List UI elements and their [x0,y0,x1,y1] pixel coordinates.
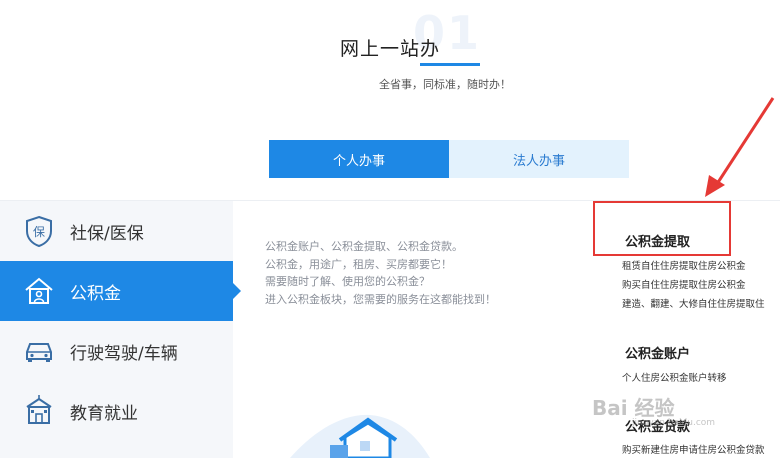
sidebar-item-housing-fund[interactable]: 公积金 [0,261,241,321]
house-illustration [290,414,430,458]
service-link[interactable]: 购买新建住房申请住房公积金贷款 [622,442,765,456]
sidebar-item-label: 公积金 [70,283,121,304]
baidu-watermark: Bai 经验 [592,396,675,420]
shield-insurance-icon: 保 [22,214,56,248]
svg-text:保: 保 [33,225,45,239]
service-link[interactable]: 购买自住住房提取住房公积金 [622,277,746,291]
page-title: 网上一站办 [339,38,440,60]
baidu-watermark-url: jingyan.baidu.com [632,418,716,428]
service-link[interactable]: 建造、翻建、大修自住住房提取住 [622,296,765,310]
sidebar-item-label: 行驶驾驶/车辆 [70,343,178,364]
page-subtitle: 全省事，同标准，随时办！ [379,78,511,91]
highlight-box [593,201,731,256]
service-title-account[interactable]: 公积金账户 [625,343,690,362]
car-icon [22,334,56,368]
tab-legal-entity-affairs[interactable]: 法人办事 [449,140,629,178]
sidebar-item-driving-vehicles[interactable]: 行驶驾驶/车辆 [0,321,233,381]
fund-description: 公积金账户、公积金提取、公积金贷款。 公积金，用途广，租房、买房都要它！ 需要随… [265,238,496,308]
service-link[interactable]: 个人住房公积金账户转移 [622,370,727,384]
tab-personal-affairs[interactable]: 个人办事 [269,140,449,178]
house-fund-icon [22,274,56,308]
title-underline [420,63,480,66]
tab-bar: 个人办事 法人办事 [269,140,629,178]
sidebar-item-label: 社保/医保 [70,223,144,244]
school-building-icon [22,394,56,428]
description-line: 需要随时了解、使用您的公积金？ [265,275,430,288]
description-line: 进入公积金板块，您需要的服务在这都能找到！ [265,292,496,306]
active-pointer-arrow [233,283,241,299]
description-line: 公积金，用途广，租房、买房都要它！ [265,257,452,271]
sidebar: 保 社保/医保 公积金 行驶驾驶/车辆 教育就业 [0,201,241,458]
description-line: 公积金账户、公积金提取、公积金贷款。 [265,240,463,253]
sidebar-item-education-employment[interactable]: 教育就业 [0,381,233,441]
service-link[interactable]: 租赁自住住房提取住房公积金 [622,258,746,272]
red-pointer-arrow [705,97,775,197]
sidebar-item-social-medical-insurance[interactable]: 保 社保/医保 [0,201,233,261]
sidebar-item-label: 教育就业 [70,403,138,424]
